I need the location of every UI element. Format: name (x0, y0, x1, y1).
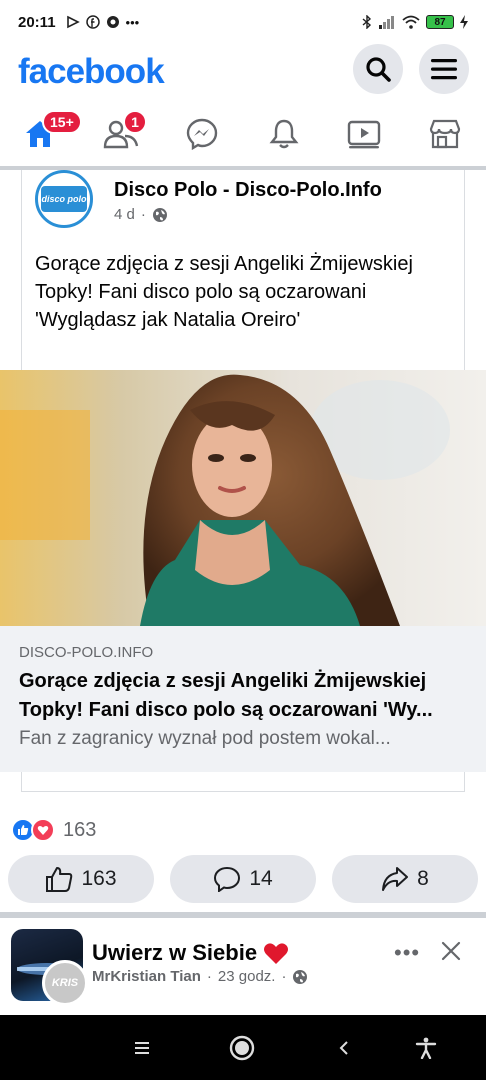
post-photo[interactable] (0, 370, 486, 626)
status-bar: 20:11 ••• 87 (0, 0, 486, 44)
page-avatar-logo: disco polo (41, 186, 87, 212)
notification-icons: ••• (66, 14, 140, 30)
tab-marketplace[interactable] (423, 114, 467, 154)
like-button[interactable]: 163 (8, 855, 154, 903)
search-icon (366, 57, 391, 82)
post-actions: 163 14 8 (0, 855, 486, 905)
post-photo-image (0, 370, 486, 626)
close-post-button[interactable] (438, 938, 464, 964)
link-title-line-2: Topky! Fani disco polo są oczarowani 'Wy… (19, 699, 433, 721)
link-description: Fan z zagranicy wyznał pod postem wokal.… (19, 728, 391, 749)
close-icon (441, 941, 461, 961)
next-post-time[interactable]: 23 godz. (218, 968, 276, 985)
bluetooth-icon (362, 15, 372, 29)
globe-icon (152, 207, 167, 222)
next-post-meta: MrKristian Tian · 23 godz. · (92, 968, 308, 985)
link-preview[interactable]: DISCO-POLO.INFO Gorące zdjęcia z sesji A… (0, 626, 486, 772)
page-avatar[interactable]: disco polo (35, 170, 93, 228)
tab-messenger[interactable] (180, 114, 224, 154)
meta-separator: · (281, 968, 287, 985)
next-post-author-avatar[interactable]: KRIS (42, 960, 88, 1006)
bell-icon (269, 119, 299, 149)
menu-icon (431, 59, 457, 80)
page-name[interactable]: Disco Polo - Disco-Polo.Info (114, 179, 382, 202)
chat-small-icon (106, 16, 119, 28)
love-reaction-icon (31, 818, 55, 842)
marketplace-icon (429, 119, 461, 149)
accessibility-icon (415, 1037, 437, 1059)
more-notifications-icon: ••• (125, 14, 140, 30)
charging-icon (460, 15, 468, 29)
share-count: 8 (417, 867, 429, 890)
like-count: 163 (81, 867, 117, 890)
meta-separator: · (206, 968, 212, 985)
watch-icon (347, 120, 381, 149)
recent-apps-button[interactable] (127, 1033, 157, 1063)
comment-button[interactable]: 14 (170, 855, 316, 903)
home-circle-icon (229, 1035, 255, 1061)
signal-icon (379, 16, 394, 29)
post-text: Gorące zdjęcia z sesji Angeliki Żmijewsk… (35, 253, 413, 331)
back-icon (339, 1041, 348, 1055)
next-post-title-text: Uwierz w Siebie (92, 940, 258, 965)
battery-icon: 87 (426, 15, 454, 29)
facebook-logo[interactable]: facebook (18, 52, 165, 92)
globe-icon (293, 969, 308, 984)
tab-watch[interactable] (342, 114, 386, 154)
app-header: facebook (0, 44, 486, 100)
system-navigation-bar (0, 1015, 486, 1080)
home-system-button[interactable] (227, 1033, 257, 1063)
link-domain: DISCO-POLO.INFO (19, 644, 154, 661)
recent-apps-icon (135, 1042, 149, 1054)
comment-icon (214, 866, 241, 892)
accessibility-button[interactable] (411, 1033, 441, 1063)
link-title: Gorące zdjęcia z sesji Angeliki Żmijewsk… (19, 667, 467, 725)
tab-notifications[interactable] (262, 114, 306, 154)
next-post: KRIS Uwierz w Siebie MrKristian Tian · 2… (0, 918, 486, 1014)
menu-button[interactable] (419, 44, 469, 94)
messenger-icon (186, 118, 218, 150)
system-icons: 87 (362, 15, 468, 29)
post-meta: 4 d · (114, 206, 168, 223)
wifi-icon (402, 15, 420, 29)
more-options-icon[interactable]: ••• (394, 940, 420, 966)
share-icon (382, 867, 409, 891)
play-icon (66, 15, 80, 29)
comment-count: 14 (249, 867, 273, 890)
shared-post-bottom-border (21, 772, 465, 792)
next-post-title[interactable]: Uwierz w Siebie (92, 940, 289, 966)
tab-friends[interactable]: 1 (99, 110, 147, 154)
status-time: 20:11 (18, 13, 56, 31)
search-button[interactable] (353, 44, 403, 94)
facebook-small-icon (85, 15, 100, 29)
shared-post: disco polo Disco Polo - Disco-Polo.Info … (21, 170, 465, 370)
tab-bar: 15+ 1 (0, 104, 486, 164)
home-badge: 15+ (42, 110, 82, 134)
tab-home[interactable]: 15+ (18, 110, 82, 154)
heart-icon (264, 943, 289, 964)
reaction-count: 163 (63, 818, 97, 841)
next-post-author[interactable]: MrKristian Tian (92, 968, 201, 985)
meta-separator: · (140, 206, 146, 223)
post-time[interactable]: 4 d (114, 206, 135, 223)
like-icon (46, 867, 73, 892)
reactions-summary[interactable]: 163 (11, 818, 96, 842)
share-button[interactable]: 8 (332, 855, 478, 903)
link-title-line-1: Gorące zdjęcia z sesji Angeliki Żmijewsk… (19, 670, 427, 692)
friends-badge: 1 (123, 110, 147, 134)
back-button[interactable] (329, 1033, 359, 1063)
